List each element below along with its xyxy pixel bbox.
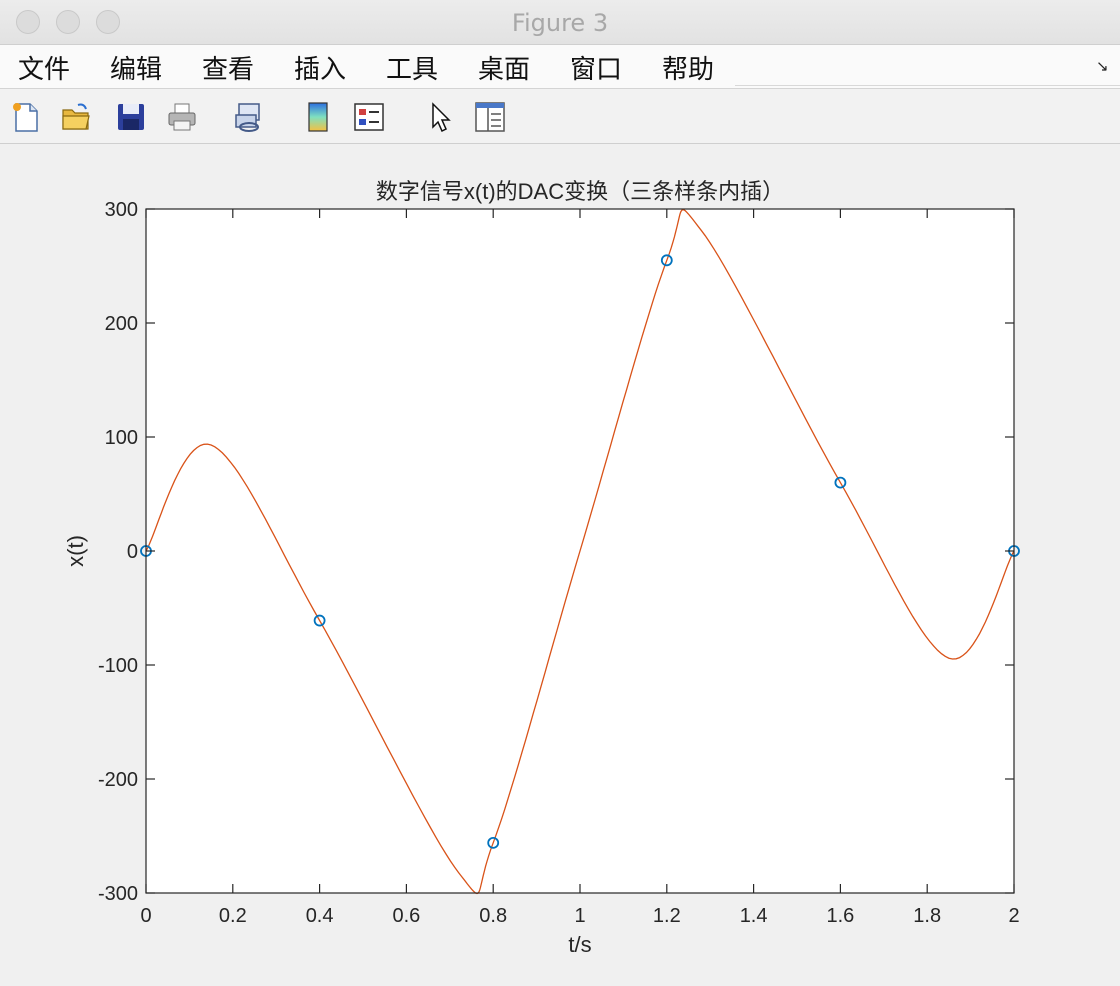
menu-bar: 文件 编辑 查看 插入 工具 桌面 窗口 帮助 ↘: [0, 45, 1120, 89]
window-titlebar: Figure 3: [0, 0, 1120, 45]
menu-tools[interactable]: 工具: [386, 49, 438, 86]
legend-icon[interactable]: [353, 101, 385, 133]
window-title: Figure 3: [511, 9, 609, 37]
chart-title: 数字信号x(t)的DAC变换（三条样条内插）: [376, 179, 784, 204]
menu-edit[interactable]: 编辑: [110, 49, 162, 86]
dock-arrow-icon[interactable]: ↘: [1096, 57, 1109, 75]
property-editor-icon[interactable]: [474, 101, 506, 133]
open-file-icon[interactable]: [60, 101, 92, 133]
link-icon[interactable]: [233, 101, 265, 133]
x-tick-label: 0.4: [306, 905, 334, 927]
print-icon[interactable]: [166, 101, 198, 133]
x-tick-label: 1.6: [826, 905, 854, 927]
y-axis-label: x(t): [63, 535, 88, 567]
x-tick-label: 1.4: [740, 905, 768, 927]
save-icon[interactable]: [115, 101, 147, 133]
x-tick-label: 0: [140, 905, 151, 927]
x-tick-label: 1.8: [913, 905, 941, 927]
y-tick-label: 200: [105, 313, 138, 335]
menu-help[interactable]: 帮助: [662, 49, 714, 86]
y-tick-label: -300: [98, 883, 138, 905]
x-tick-label: 2: [1008, 905, 1019, 927]
figure-toolbar: [0, 89, 1120, 144]
menu-desktop[interactable]: 桌面: [478, 49, 530, 86]
x-tick-label: 0.2: [219, 905, 247, 927]
x-axis-label: t/s: [568, 932, 591, 957]
pointer-icon[interactable]: [425, 101, 457, 133]
new-figure-icon[interactable]: [10, 101, 42, 133]
x-tick-label: 0.6: [392, 905, 420, 927]
colorbar-icon[interactable]: [302, 101, 334, 133]
y-tick-label: 300: [105, 199, 138, 221]
y-tick-label: 0: [127, 541, 138, 563]
y-tick-label: -100: [98, 655, 138, 677]
menu-view[interactable]: 查看: [202, 49, 254, 86]
x-tick-label: 1: [574, 905, 585, 927]
menu-insert[interactable]: 插入: [294, 49, 346, 86]
menu-window[interactable]: 窗口: [570, 49, 622, 86]
y-tick-label: 100: [105, 427, 138, 449]
x-tick-label: 0.8: [479, 905, 507, 927]
menu-divider: [735, 85, 1120, 86]
x-tick-label: 1.2: [653, 905, 681, 927]
menu-file[interactable]: 文件: [18, 49, 70, 86]
y-tick-label: -200: [98, 769, 138, 791]
figure-canvas[interactable]: 0 0.2 0.4 0.6 0.8 1 1.2 1.4 1.6 1.8 2 300 200 100 0 -10…: [0, 144, 1120, 986]
